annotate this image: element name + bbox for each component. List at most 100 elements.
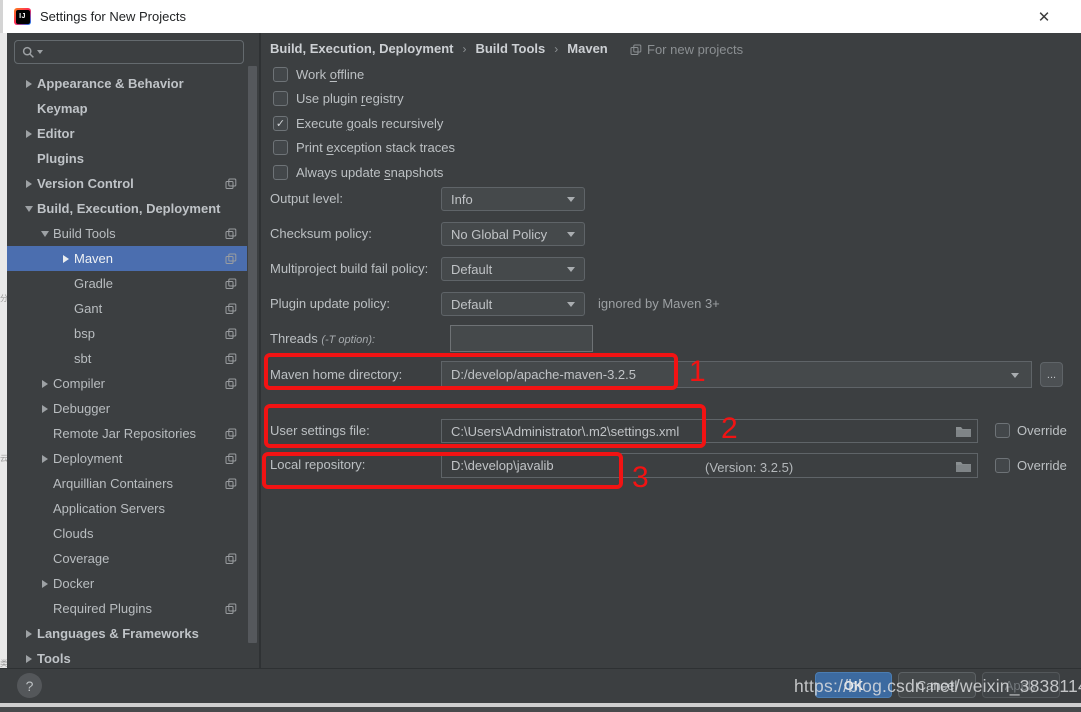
sidebar-item-label: Keymap (37, 101, 88, 116)
chevron-right-icon[interactable] (42, 380, 48, 388)
checkbox-row-work-offline[interactable]: Work offline (273, 62, 455, 87)
sidebar-item-required-plugins[interactable]: Required Plugins (7, 596, 247, 621)
close-icon[interactable]: ✕ (1033, 6, 1055, 28)
override-label: Override (1017, 458, 1067, 473)
window-title: Settings for New Projects (40, 9, 186, 24)
chevron-right-icon[interactable] (26, 130, 32, 138)
checkbox-row-print-exception-stack-traces[interactable]: Print exception stack traces (273, 136, 455, 161)
breadcrumb-segment[interactable]: Build, Execution, Deployment (270, 41, 453, 56)
settings-sidebar: Appearance & Behavior Keymap Editor Plugins… (7, 33, 247, 668)
sidebar-item-label: Build, Execution, Deployment (37, 201, 220, 216)
maven-home-combobox[interactable]: D:/develop/apache-maven-3.2.5 (441, 361, 1032, 388)
checksum-policy-select[interactable]: No Global Policy (441, 222, 585, 246)
sidebar-item-label: Coverage (53, 551, 109, 566)
threads-input[interactable] (450, 325, 593, 352)
checkbox-unchecked[interactable] (273, 91, 288, 106)
per-project-icon (225, 553, 237, 565)
sidebar-item-editor[interactable]: Editor (7, 121, 247, 146)
sidebar-item-tools[interactable]: Tools (7, 646, 247, 668)
chevron-right-icon[interactable] (42, 455, 48, 463)
help-button[interactable]: ? (17, 673, 42, 698)
sidebar-item-docker[interactable]: Docker (7, 571, 247, 596)
multiproject-policy-label: Multiproject build fail policy: (270, 257, 428, 281)
plugin-update-policy-select[interactable]: Default (441, 292, 585, 316)
sidebar-item-plugins[interactable]: Plugins (7, 146, 247, 171)
per-project-icon (225, 228, 237, 240)
chevron-down-icon[interactable] (25, 206, 33, 212)
breadcrumb-separator: › (554, 42, 558, 56)
sidebar-item-build-tools[interactable]: Build Tools (7, 221, 247, 246)
user-settings-label: User settings file: (270, 419, 370, 443)
breadcrumb-segment[interactable]: Build Tools (475, 41, 545, 56)
chevron-right-icon[interactable] (63, 255, 69, 263)
sidebar-item-label: bsp (74, 326, 95, 341)
maven-home-label: Maven home directory: (270, 361, 402, 388)
ok-button[interactable]: OK (815, 672, 892, 698)
sidebar-item-clouds[interactable]: Clouds (7, 521, 247, 546)
sidebar-item-label: Required Plugins (53, 601, 152, 616)
background-page-strip: 分 云 类 (0, 33, 7, 712)
breadcrumb-separator: › (462, 42, 466, 56)
search-options-icon[interactable] (37, 50, 43, 54)
sidebar-item-maven[interactable]: Maven (7, 246, 247, 271)
sidebar-item-languages-frameworks[interactable]: Languages & Frameworks (7, 621, 247, 646)
checkbox-unchecked[interactable] (273, 140, 288, 155)
sidebar-item-keymap[interactable]: Keymap (7, 96, 247, 121)
threads-label: Threads (-T option): (270, 325, 375, 354)
local-repository-input[interactable]: D:\develop\javalib (441, 453, 978, 478)
sidebar-item-arquillian-containers[interactable]: Arquillian Containers (7, 471, 247, 496)
chevron-down-icon[interactable] (41, 231, 49, 237)
checkbox-unchecked[interactable] (273, 67, 288, 82)
multiproject-policy-select[interactable]: Default (441, 257, 585, 281)
chevron-right-icon[interactable] (26, 180, 32, 188)
sidebar-item-gant[interactable]: Gant (7, 296, 247, 321)
chevron-right-icon[interactable] (26, 80, 32, 88)
sidebar-item-build-execution-deployment[interactable]: Build, Execution, Deployment (7, 196, 247, 221)
checkbox-row-execute-goals-recursively[interactable]: ✓Execute goals recursively (273, 111, 455, 136)
override-checkbox[interactable] (995, 458, 1010, 473)
sidebar-item-coverage[interactable]: Coverage (7, 546, 247, 571)
sidebar-item-compiler[interactable]: Compiler (7, 371, 247, 396)
sidebar-item-version-control[interactable]: Version Control (7, 171, 247, 196)
override-checkbox[interactable] (995, 423, 1010, 438)
folder-icon[interactable] (955, 459, 972, 472)
sidebar-item-label: Deployment (53, 451, 122, 466)
per-project-icon (225, 178, 237, 190)
folder-icon[interactable] (955, 425, 972, 438)
per-project-icon (225, 478, 237, 490)
chevron-right-icon[interactable] (26, 630, 32, 638)
chevron-right-icon[interactable] (26, 655, 32, 663)
intellij-idea-icon: IJ (14, 8, 31, 25)
checkbox-row-use-plugin-registry[interactable]: Use plugin registry (273, 87, 455, 112)
checkbox-row-always-update-snapshots[interactable]: Always update snapshots (273, 160, 455, 185)
search-input[interactable] (14, 40, 244, 64)
sidebar-item-appearance-behavior[interactable]: Appearance & Behavior (7, 71, 247, 96)
browse-maven-home-button[interactable]: ... (1040, 362, 1063, 387)
sidebar-item-remote-jar-repositories[interactable]: Remote Jar Repositories (7, 421, 247, 446)
breadcrumb-segment[interactable]: Maven (567, 41, 607, 56)
checkbox-checked[interactable]: ✓ (273, 116, 288, 131)
for-new-projects-badge: For new projects (630, 42, 743, 57)
sidebar-scrollbar[interactable] (248, 66, 257, 643)
sidebar-item-gradle[interactable]: Gradle (7, 271, 247, 296)
chevron-right-icon[interactable] (42, 405, 48, 413)
per-project-icon (225, 378, 237, 390)
checkbox-unchecked[interactable] (273, 165, 288, 180)
sidebar-item-debugger[interactable]: Debugger (7, 396, 247, 421)
sidebar-item-deployment[interactable]: Deployment (7, 446, 247, 471)
user-settings-input[interactable]: C:\Users\Administrator\.m2\settings.xml (441, 419, 978, 443)
output-level-select[interactable]: Info (441, 187, 585, 211)
sidebar-item-sbt[interactable]: sbt (7, 346, 247, 371)
background-below-dialog (0, 707, 1081, 712)
sidebar-item-label: Clouds (53, 526, 93, 541)
chevron-down-icon[interactable] (1011, 373, 1019, 378)
sidebar-item-label: Gradle (74, 276, 113, 291)
sidebar-item-label: Tools (37, 651, 71, 666)
cancel-button[interactable]: Cancel (898, 672, 976, 698)
sidebar-item-label: Editor (37, 126, 75, 141)
chevron-right-icon[interactable] (42, 580, 48, 588)
sidebar-item-application-servers[interactable]: Application Servers (7, 496, 247, 521)
sidebar-item-label: Application Servers (53, 501, 165, 516)
per-project-icon (225, 353, 237, 365)
sidebar-item-bsp[interactable]: bsp (7, 321, 247, 346)
